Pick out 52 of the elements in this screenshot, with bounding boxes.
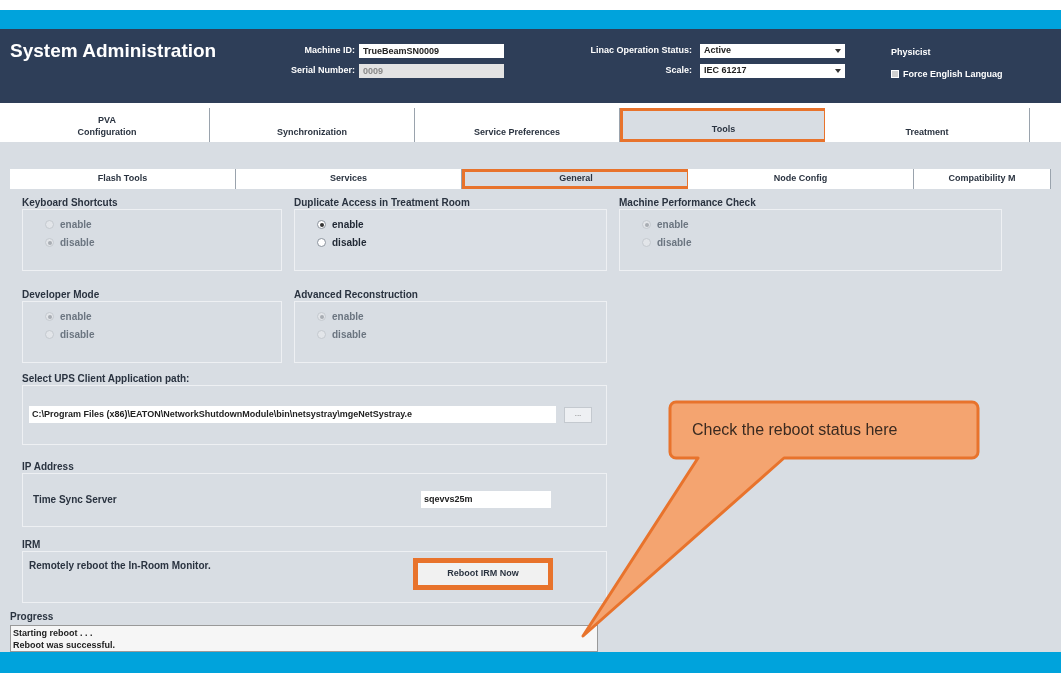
log-line: Reboot was successful. — [13, 638, 117, 651]
field-label: Machine ID: — [303, 44, 355, 58]
group-title: Duplicate Access in Treatment Room — [294, 195, 471, 209]
page-title: System Administration — [10, 41, 218, 64]
radio-label: enable — [332, 310, 364, 325]
radio-label: disable — [657, 236, 692, 251]
subtab[interactable]: Compatibility M — [914, 168, 1051, 189]
radio-button[interactable] — [317, 238, 326, 248]
radio-label: enable — [657, 218, 689, 233]
radio-label: disable — [60, 328, 95, 343]
section-title: Select UPS Client Application path: — [22, 371, 191, 385]
scale-select[interactable]: IEC 61217 — [700, 64, 845, 79]
tab[interactable]: Tools — [620, 107, 825, 142]
group-title: Developer Mode — [22, 287, 101, 301]
subtab[interactable]: Node Config — [688, 168, 914, 189]
radio-label: enable — [60, 218, 92, 233]
callout-text: Check the reboot status here — [692, 420, 898, 440]
caret-icon — [835, 69, 841, 74]
linac-status-select[interactable]: Active — [700, 44, 845, 59]
checkbox[interactable] — [891, 70, 899, 79]
radio-label: enable — [60, 310, 92, 325]
section-title: IRM — [22, 537, 42, 551]
radio-label: disable — [332, 328, 367, 343]
radio-label: enable — [332, 218, 364, 233]
subtab[interactable]: Flash Tools — [10, 168, 236, 189]
checkbox-label: Force English Languag — [903, 67, 1003, 81]
field-label: Time Sync Server — [33, 493, 118, 508]
log-line: Starting reboot . . . — [13, 626, 94, 639]
field-label: Linac Operation Status: — [589, 44, 692, 58]
machine-id-field[interactable]: TrueBeamSN0009 — [359, 44, 504, 59]
radio-button[interactable] — [317, 220, 326, 230]
radio-label: disable — [332, 236, 367, 251]
tab[interactable]: Synchronization — [210, 107, 415, 142]
tab[interactable]: Treatment — [825, 107, 1030, 142]
user-role: Physicist — [891, 46, 932, 60]
group-title: Keyboard Shortcuts — [22, 195, 119, 209]
section-title: Progress — [10, 609, 55, 624]
group-title: Machine Performance Check — [619, 195, 757, 209]
irm-description: Remotely reboot the In-Room Monitor. — [29, 558, 212, 573]
field-label: Serial Number: — [289, 64, 355, 78]
subtab[interactable]: General — [462, 168, 688, 189]
path-field[interactable]: C:\Program Files (x86)\EATON\NetworkShutdownModule\bin\netsystray\mgeNetSystray.e — [29, 406, 556, 424]
group-title: Advanced Reconstruction — [294, 287, 419, 301]
radio-label: disable — [60, 236, 95, 251]
field-label: Scale: — [664, 64, 692, 78]
browse-button[interactable]: ... — [564, 406, 592, 423]
subtab[interactable]: Services — [236, 168, 462, 189]
section-title: IP Address — [22, 459, 75, 473]
caret-icon — [835, 49, 841, 54]
time-sync-field[interactable]: sqevvs25m — [421, 491, 551, 509]
reboot-button[interactable]: Reboot IRM Now — [413, 557, 553, 590]
tab[interactable]: PVA Configuration — [5, 107, 210, 142]
